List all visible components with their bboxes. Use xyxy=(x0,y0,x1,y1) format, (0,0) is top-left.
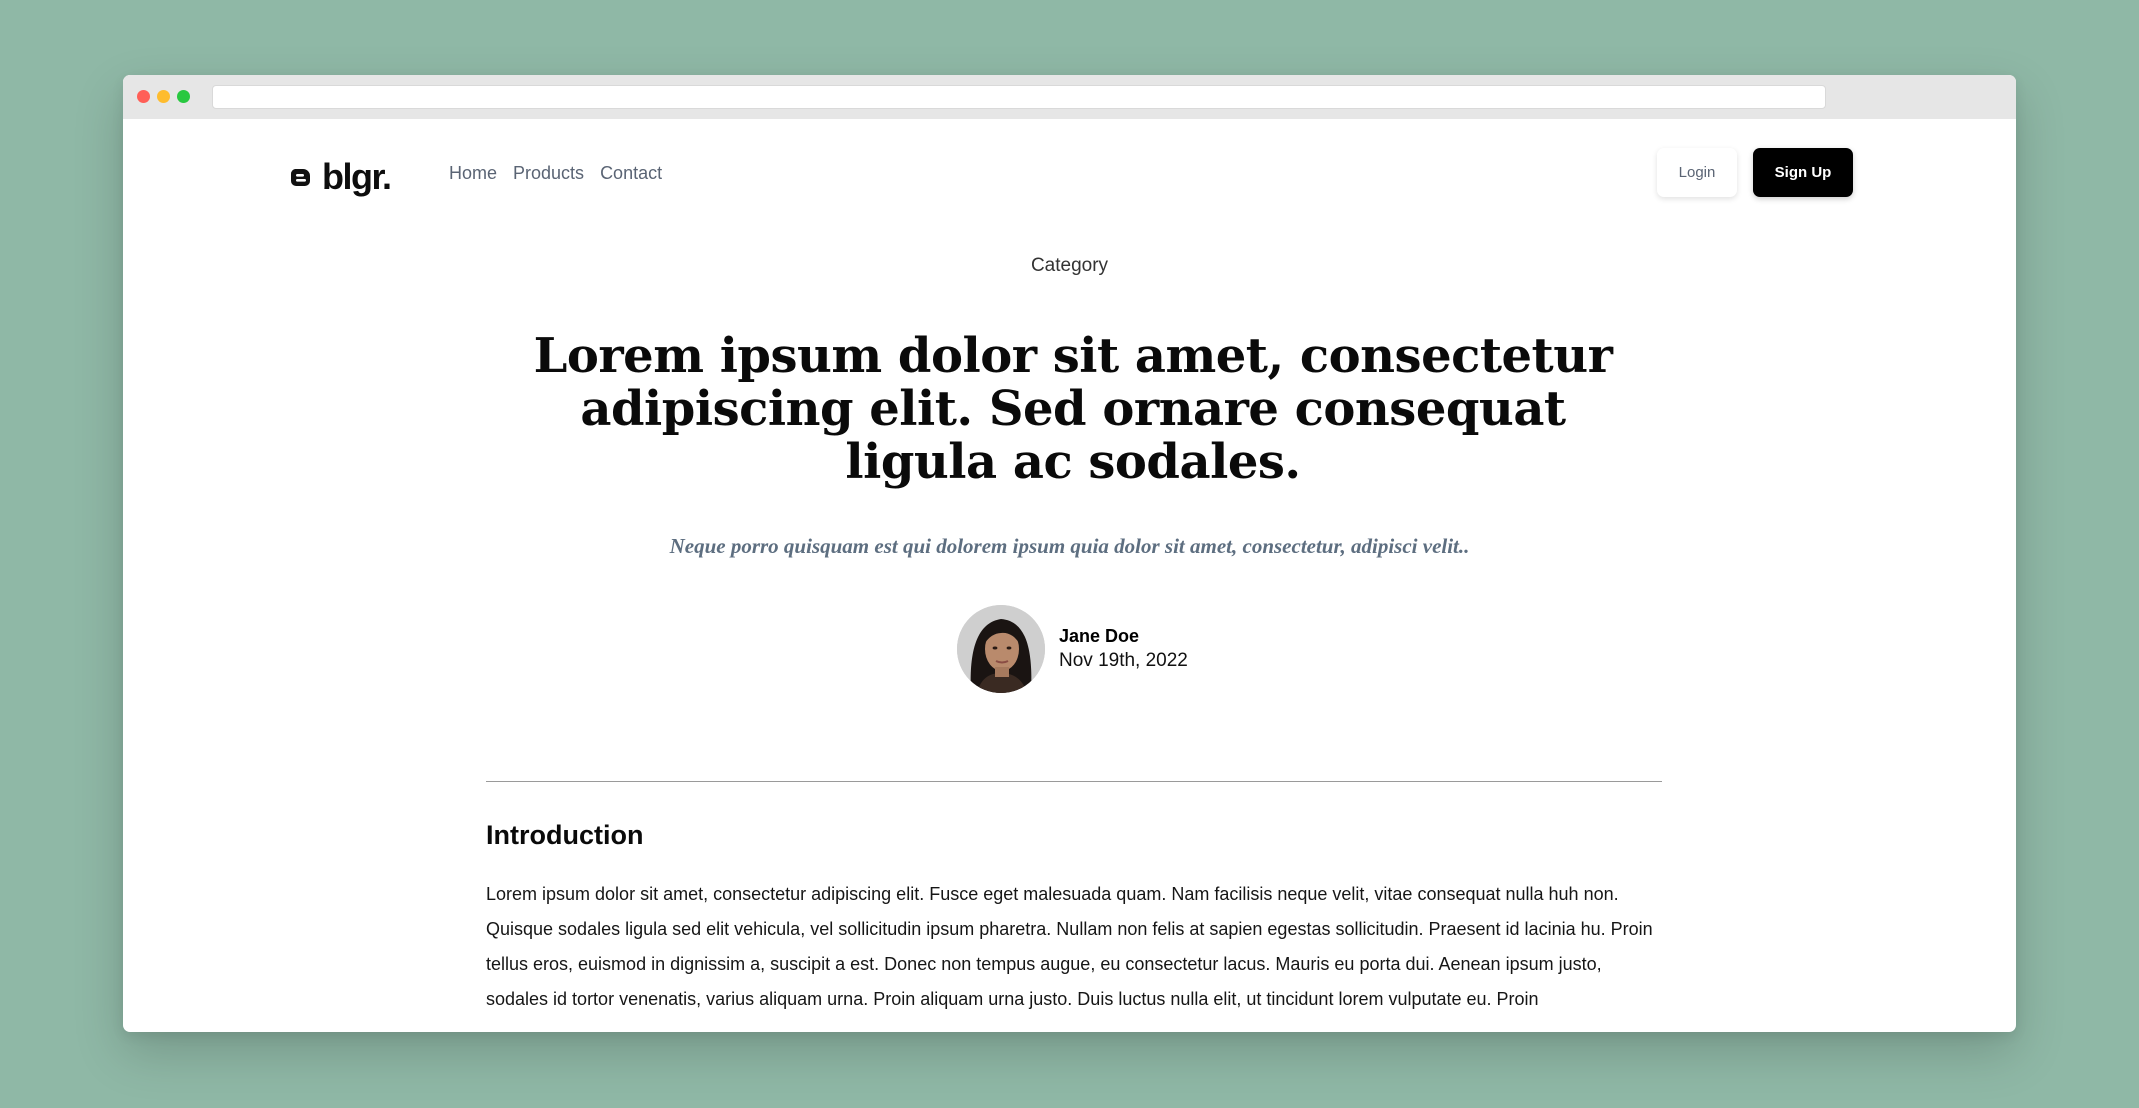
nav-link-products[interactable]: Products xyxy=(513,163,584,184)
blogger-logo-icon xyxy=(290,166,312,188)
article-category[interactable]: Category xyxy=(123,255,2016,277)
brand-name: blgr. xyxy=(322,156,392,197)
article-title: Lorem ipsum dolor sit amet, consectetur … xyxy=(533,328,1613,490)
browser-titlebar xyxy=(123,75,2016,119)
article-subtitle: Neque porro quisquam est qui dolorem ips… xyxy=(669,534,1470,558)
section-heading: Introduction xyxy=(486,820,644,850)
address-bar[interactable] xyxy=(212,85,1826,109)
close-window-icon[interactable] xyxy=(137,90,150,103)
login-button[interactable]: Login xyxy=(1657,148,1737,197)
signup-button[interactable]: Sign Up xyxy=(1753,148,1853,197)
blog-page: blgr. Home Products Contact Login Sign U… xyxy=(123,119,2016,1032)
main-nav: Home Products Contact xyxy=(449,163,662,184)
nav-link-home[interactable]: Home xyxy=(449,163,497,184)
nav-link-contact[interactable]: Contact xyxy=(600,163,662,184)
person-portrait-icon xyxy=(957,605,1045,693)
author-meta: Jane Doe Nov 19th, 2022 xyxy=(1059,626,1188,672)
author-byline: Jane Doe Nov 19th, 2022 xyxy=(957,605,1188,693)
section-divider xyxy=(486,781,1662,782)
maximize-window-icon[interactable] xyxy=(177,90,190,103)
publish-date: Nov 19th, 2022 xyxy=(1059,650,1188,671)
article-body-paragraph: Lorem ipsum dolor sit amet, consectetur … xyxy=(486,884,1653,1009)
browser-window: blgr. Home Products Contact Login Sign U… xyxy=(123,75,2016,1032)
minimize-window-icon[interactable] xyxy=(157,90,170,103)
avatar[interactable] xyxy=(957,605,1045,693)
brand-logo[interactable]: blgr. xyxy=(290,155,392,199)
author-name[interactable]: Jane Doe xyxy=(1059,626,1188,647)
